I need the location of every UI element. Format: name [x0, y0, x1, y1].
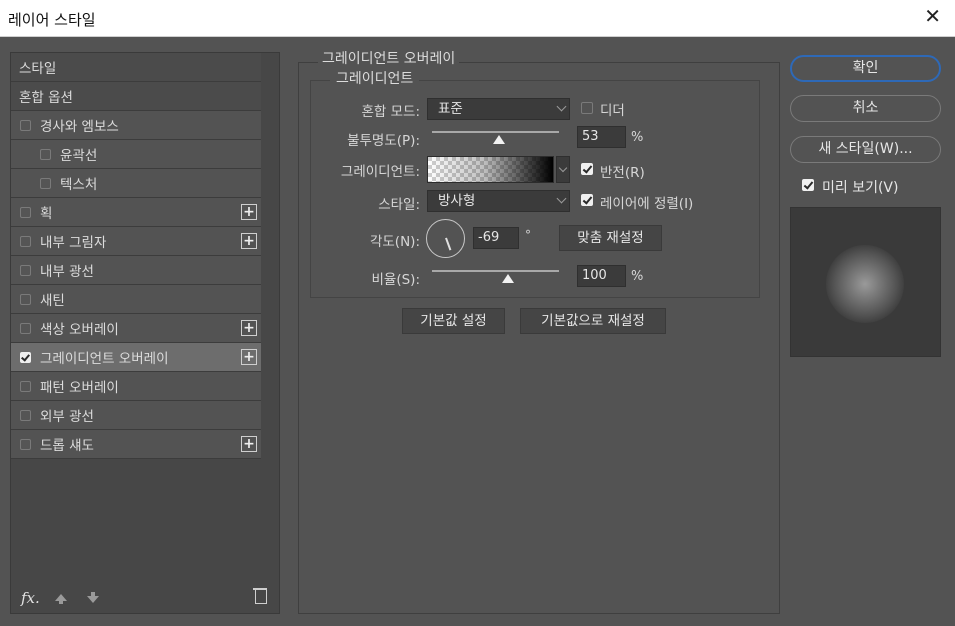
gradient-swatch[interactable] [427, 156, 554, 183]
style-label: 스타일: [378, 197, 420, 213]
blend-mode-label: 혼합 모드: [361, 104, 420, 120]
style-item-checkbox[interactable] [20, 264, 31, 276]
style-item[interactable]: 패턴 오버레이 [11, 372, 261, 401]
style-item-label: 드롭 섀도 [40, 438, 94, 454]
move-down-icon[interactable] [87, 592, 99, 603]
scale-slider-track[interactable] [432, 270, 559, 272]
style-item-label: 텍스처 [60, 177, 98, 193]
angle-dial[interactable] [426, 219, 465, 258]
preview-checkbox[interactable] [802, 179, 814, 191]
add-effect-icon[interactable]: + [241, 233, 257, 249]
style-item-checkbox[interactable] [20, 235, 31, 247]
opacity-label: 불투명도(P): [347, 133, 420, 149]
style-item[interactable]: 내부 광선 [11, 256, 261, 285]
scale-label: 비율(S): [371, 272, 421, 288]
style-item-label: 내부 그림자 [40, 235, 107, 251]
style-item-label: 내부 광선 [40, 264, 94, 280]
style-item-label: 획 [40, 206, 53, 222]
style-item-checkbox[interactable] [20, 438, 31, 450]
align-with-layer-checkbox[interactable] [581, 194, 593, 206]
dither-label: 디더 [600, 103, 625, 119]
style-item-label: 외부 광선 [40, 409, 94, 425]
style-item-label: 스타일 [19, 61, 57, 77]
move-up-icon[interactable] [55, 594, 67, 604]
styles-list: 스타일 혼합 옵션 경사와 엠보스 윤곽선 텍스처 획 + 내부 그림자 + 내부 광선 새틴 색상 … [11, 53, 261, 459]
style-item-label: 경사와 엠보스 [40, 119, 119, 135]
style-item[interactable]: 외부 광선 [11, 401, 261, 430]
window-title: 레이어 스타일 [8, 11, 96, 29]
style-item[interactable]: 텍스처 [11, 169, 261, 198]
style-item-checkbox[interactable] [20, 322, 31, 334]
scale-slider-thumb[interactable] [502, 274, 515, 283]
style-item[interactable]: 경사와 엠보스 [11, 111, 261, 140]
angle-input[interactable]: -69 [473, 227, 519, 249]
blend-mode-select[interactable]: 표준 [427, 98, 570, 120]
style-item-label: 새틴 [40, 293, 65, 309]
fx-icon[interactable]: fx. [21, 589, 40, 607]
trash-icon[interactable] [253, 588, 267, 604]
angle-degree-symbol: ° [525, 228, 531, 242]
style-item[interactable]: 획 + [11, 198, 261, 227]
style-item[interactable]: 색상 오버레이 + [11, 314, 261, 343]
style-item[interactable]: 그레이디언트 오버레이 + [11, 343, 261, 372]
styles-list-footer: fx. [11, 585, 279, 613]
add-effect-icon[interactable]: + [241, 320, 257, 336]
add-effect-icon[interactable]: + [241, 436, 257, 452]
scale-input[interactable]: 100 [577, 265, 626, 287]
style-item-checkbox[interactable] [20, 206, 31, 218]
make-default-button[interactable]: 기본값 설정 [402, 308, 505, 334]
style-item-checkbox[interactable] [20, 119, 31, 131]
preview-label: 미리 보기(V) [822, 180, 899, 196]
style-item[interactable]: 윤곽선 [11, 140, 261, 169]
styles-list-panel: 스타일 혼합 옵션 경사와 엠보스 윤곽선 텍스처 획 + 내부 그림자 + 내부 광선 새틴 색상 … [10, 52, 280, 614]
preview-thumbnail [826, 245, 904, 323]
chevron-down-icon [556, 193, 567, 204]
reset-to-default-button[interactable]: 기본값으로 재설정 [520, 308, 666, 334]
gradient-picker-chevron-icon[interactable] [556, 156, 570, 183]
close-icon[interactable]: ✕ [924, 6, 941, 26]
style-item[interactable]: 새틴 [11, 285, 261, 314]
cancel-button[interactable]: 취소 [790, 95, 941, 122]
style-item[interactable]: 혼합 옵션 [11, 82, 261, 111]
style-item-checkbox[interactable] [20, 351, 31, 363]
reverse-label: 반전(R) [600, 165, 645, 181]
style-item-label: 윤곽선 [60, 148, 98, 164]
reset-alignment-button[interactable]: 맞춤 재설정 [559, 225, 662, 251]
opacity-slider-thumb[interactable] [493, 135, 506, 144]
add-effect-icon[interactable]: + [241, 349, 257, 365]
style-item-checkbox[interactable] [20, 409, 31, 421]
styles-list-scrollbar[interactable] [261, 53, 279, 581]
group-title: 그레이디언트 [330, 68, 420, 88]
align-with-layer-label: 레이어에 정렬(I) [600, 196, 694, 212]
angle-label: 각도(N): [369, 234, 420, 250]
ok-button[interactable]: 확인 [790, 55, 941, 82]
opacity-slider-track[interactable] [432, 131, 559, 133]
style-select[interactable]: 방사형 [427, 190, 570, 212]
chevron-down-icon [556, 101, 567, 112]
style-value: 방사형 [438, 193, 476, 209]
opacity-percent: % [631, 130, 644, 145]
new-style-button[interactable]: 새 스타일(W)... [790, 136, 941, 163]
style-item[interactable]: 내부 그림자 + [11, 227, 261, 256]
blend-mode-value: 표준 [438, 101, 463, 117]
style-item-checkbox[interactable] [20, 293, 31, 305]
reverse-checkbox[interactable] [581, 163, 593, 175]
title-bar: 레이어 스타일 ✕ [0, 0, 955, 37]
gradient-label: 그레이디언트: [340, 164, 420, 180]
style-item[interactable]: 스타일 [11, 53, 261, 82]
style-item-checkbox[interactable] [40, 177, 51, 189]
dither-checkbox[interactable] [581, 102, 593, 114]
style-item-label: 그레이디언트 오버레이 [40, 351, 169, 367]
style-item-label: 혼합 옵션 [19, 90, 73, 106]
section-title: 그레이디언트 오버레이 [318, 48, 460, 68]
style-item[interactable]: 드롭 섀도 + [11, 430, 261, 459]
style-item-label: 색상 오버레이 [40, 322, 119, 338]
scale-percent: % [631, 269, 644, 284]
style-item-label: 패턴 오버레이 [40, 380, 119, 396]
opacity-input[interactable]: 53 [577, 126, 626, 148]
add-effect-icon[interactable]: + [241, 204, 257, 220]
style-item-checkbox[interactable] [40, 148, 51, 160]
style-item-checkbox[interactable] [20, 380, 31, 392]
